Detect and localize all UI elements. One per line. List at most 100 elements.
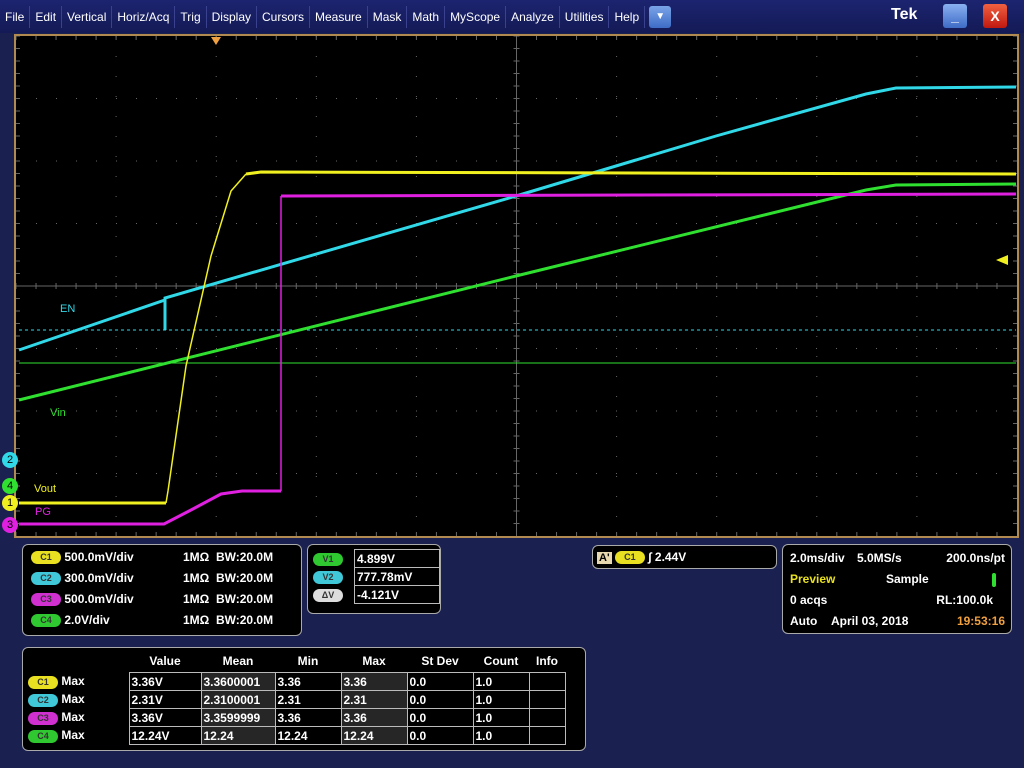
ch2-bandwidth: W:20.0M — [224, 571, 274, 585]
meas-cell: 1.0 — [472, 690, 530, 709]
menu-bar: File Edit Vertical Horiz/Acq Trig Displa… — [0, 0, 1024, 33]
meas-type: Max — [61, 710, 85, 725]
ch3-bandwidth: W:20.0M — [224, 592, 274, 606]
ch3-ground-marker[interactable]: 3 — [2, 517, 18, 533]
meas-cell: 1.0 — [472, 726, 530, 745]
meas-type: Max — [61, 674, 85, 689]
minimize-button[interactable]: _ — [943, 4, 967, 28]
measurement-row[interactable]: C4 Max 12.24V 12.24 12.24 12.24 0.0 1.0 — [27, 726, 566, 745]
menu-myscope[interactable]: MyScope — [445, 5, 507, 28]
ch1-ground-marker[interactable]: 1 — [2, 495, 18, 511]
meas-type: Max — [61, 728, 85, 743]
ch2-ground-marker[interactable]: 2 — [2, 452, 18, 468]
timebase: 2.0ms/div — [790, 551, 845, 565]
menu-utilities[interactable]: Utilities — [560, 5, 610, 28]
ch4-bandwidth: W:20.0M — [224, 613, 274, 627]
acq-state: Preview — [790, 572, 836, 586]
measurement-row[interactable]: C2 Max 2.31V 2.3100001 2.31 2.31 0.0 1.0 — [27, 690, 566, 709]
label-vout: Vout — [34, 483, 57, 495]
waveform-display[interactable]: EN Vin Vout PG — [14, 34, 1019, 538]
meas-cell: 1.0 — [472, 672, 530, 691]
measurement-row[interactable]: C1 Max 3.36V 3.3600001 3.36 3.36 0.0 1.0 — [27, 672, 566, 691]
menu-display[interactable]: Display — [207, 5, 257, 28]
record-length: RL:100.0k — [936, 593, 993, 607]
ch4-badge[interactable]: C4 — [31, 614, 61, 628]
trace-ch3-pg-flat — [280, 192, 1017, 198]
meas-cell: 3.36V — [128, 708, 202, 727]
trigger-panel[interactable]: A' C1 ∫ 2.44V — [592, 545, 777, 569]
menu-help[interactable]: Help — [609, 5, 646, 28]
menu-horiz-acq[interactable]: Horiz/Acq — [112, 5, 176, 28]
acquisition-panel[interactable]: 2.0ms/div 5.0MS/s 200.0ns/pt Preview Sam… — [782, 544, 1012, 634]
trigger-source: C1 — [614, 551, 645, 565]
channel-settings-panel[interactable]: C1 500.0mV/div 1MΩ BW:20.0M C2 300.0mV/d… — [22, 544, 302, 636]
acq-mode: Sample — [886, 572, 929, 586]
menu-vertical[interactable]: Vertical — [62, 5, 113, 28]
cursor-v1-value: 4.899V — [354, 549, 440, 568]
trigger-mode: A' — [597, 552, 612, 564]
trigger-level: 2.44V — [654, 550, 687, 564]
meas-cell: 2.31 — [274, 690, 342, 709]
menu-edit[interactable]: Edit — [30, 5, 63, 28]
meas-cell — [528, 726, 566, 745]
meas-cell: 3.3600001 — [200, 672, 276, 691]
menu-dropdown-icon[interactable]: ▼ — [649, 5, 672, 28]
meas-cell: 12.24 — [340, 726, 408, 745]
meas-cell: 3.36V — [128, 672, 202, 691]
meas-channel-badge: C4 — [28, 729, 58, 743]
menu-measure[interactable]: Measure — [310, 5, 368, 28]
trace-ch4-vin — [18, 182, 1017, 402]
menu-cursors[interactable]: Cursors — [257, 5, 311, 28]
ch3-impedance: 1MΩ — [183, 592, 210, 606]
measurements-panel[interactable]: Value Mean Min Max St Dev Count Info C1 … — [22, 647, 586, 751]
meas-cell: 2.31V — [128, 690, 202, 709]
ch3-badge[interactable]: C3 — [31, 593, 61, 607]
meas-cell: 2.31 — [340, 690, 408, 709]
label-vin: Vin — [50, 407, 66, 419]
meas-cell — [528, 672, 566, 691]
header-info: Info — [536, 654, 558, 668]
sample-rate: 5.0MS/s — [857, 551, 902, 565]
menu-trig[interactable]: Trig — [175, 5, 207, 28]
resolution: 200.0ns/pt — [946, 551, 1005, 565]
measurement-row[interactable]: C3 Max 3.36V 3.3599999 3.36 3.36 0.0 1.0 — [27, 708, 566, 727]
meas-cell: 3.36 — [274, 672, 342, 691]
time: 19:53:16 — [956, 614, 1005, 628]
ch4-ground-marker[interactable]: 4 — [2, 478, 18, 494]
trace-ch1-vout-flat — [245, 170, 1017, 176]
meas-cell — [528, 690, 566, 709]
meas-cell: 1.0 — [472, 708, 530, 727]
ch2-badge[interactable]: C2 — [31, 572, 61, 586]
header-mean: Mean — [222, 654, 254, 668]
cursor-delta-badge[interactable]: ΔV — [313, 588, 343, 602]
menu-file[interactable]: File — [0, 5, 31, 28]
header-count: Count — [483, 654, 519, 668]
trace-ch1-vout-rise — [165, 173, 247, 504]
cursor-v2-badge[interactable]: V2 — [313, 570, 343, 584]
menu-analyze[interactable]: Analyze — [506, 5, 560, 28]
meas-cell: 0.0 — [406, 708, 474, 727]
trigger-level-icon — [996, 255, 1008, 265]
trigger-mode-auto: Auto — [790, 614, 818, 628]
label-pg: PG — [35, 506, 51, 518]
label-en: EN — [60, 303, 76, 315]
header-value: Value — [149, 654, 181, 668]
cursor-v1-badge[interactable]: V1 — [313, 552, 343, 566]
meas-channel-badge: C2 — [28, 693, 58, 707]
acq-status-icon — [992, 573, 996, 587]
cursor-readout-panel[interactable]: V1 4.899V V2 777.78mV ΔV -4.121V — [307, 544, 441, 614]
meas-cell: 2.3100001 — [200, 690, 276, 709]
meas-cell: 3.3599999 — [200, 708, 276, 727]
ch2-impedance: 1MΩ — [183, 571, 210, 585]
menu-mask[interactable]: Mask — [368, 5, 408, 28]
menu-math[interactable]: Math — [407, 5, 446, 28]
meas-cell: 3.36 — [274, 708, 342, 727]
close-button[interactable]: X — [983, 4, 1007, 28]
ch1-impedance: 1MΩ — [183, 550, 210, 564]
acq-count: 0 acqs — [790, 593, 828, 607]
ch1-bandwidth: W:20.0M — [224, 550, 274, 564]
ch4-impedance: 1MΩ — [183, 613, 210, 627]
date: April 03, 2018 — [831, 614, 909, 628]
ch1-badge[interactable]: C1 — [31, 551, 61, 565]
meas-cell: 0.0 — [406, 672, 474, 691]
